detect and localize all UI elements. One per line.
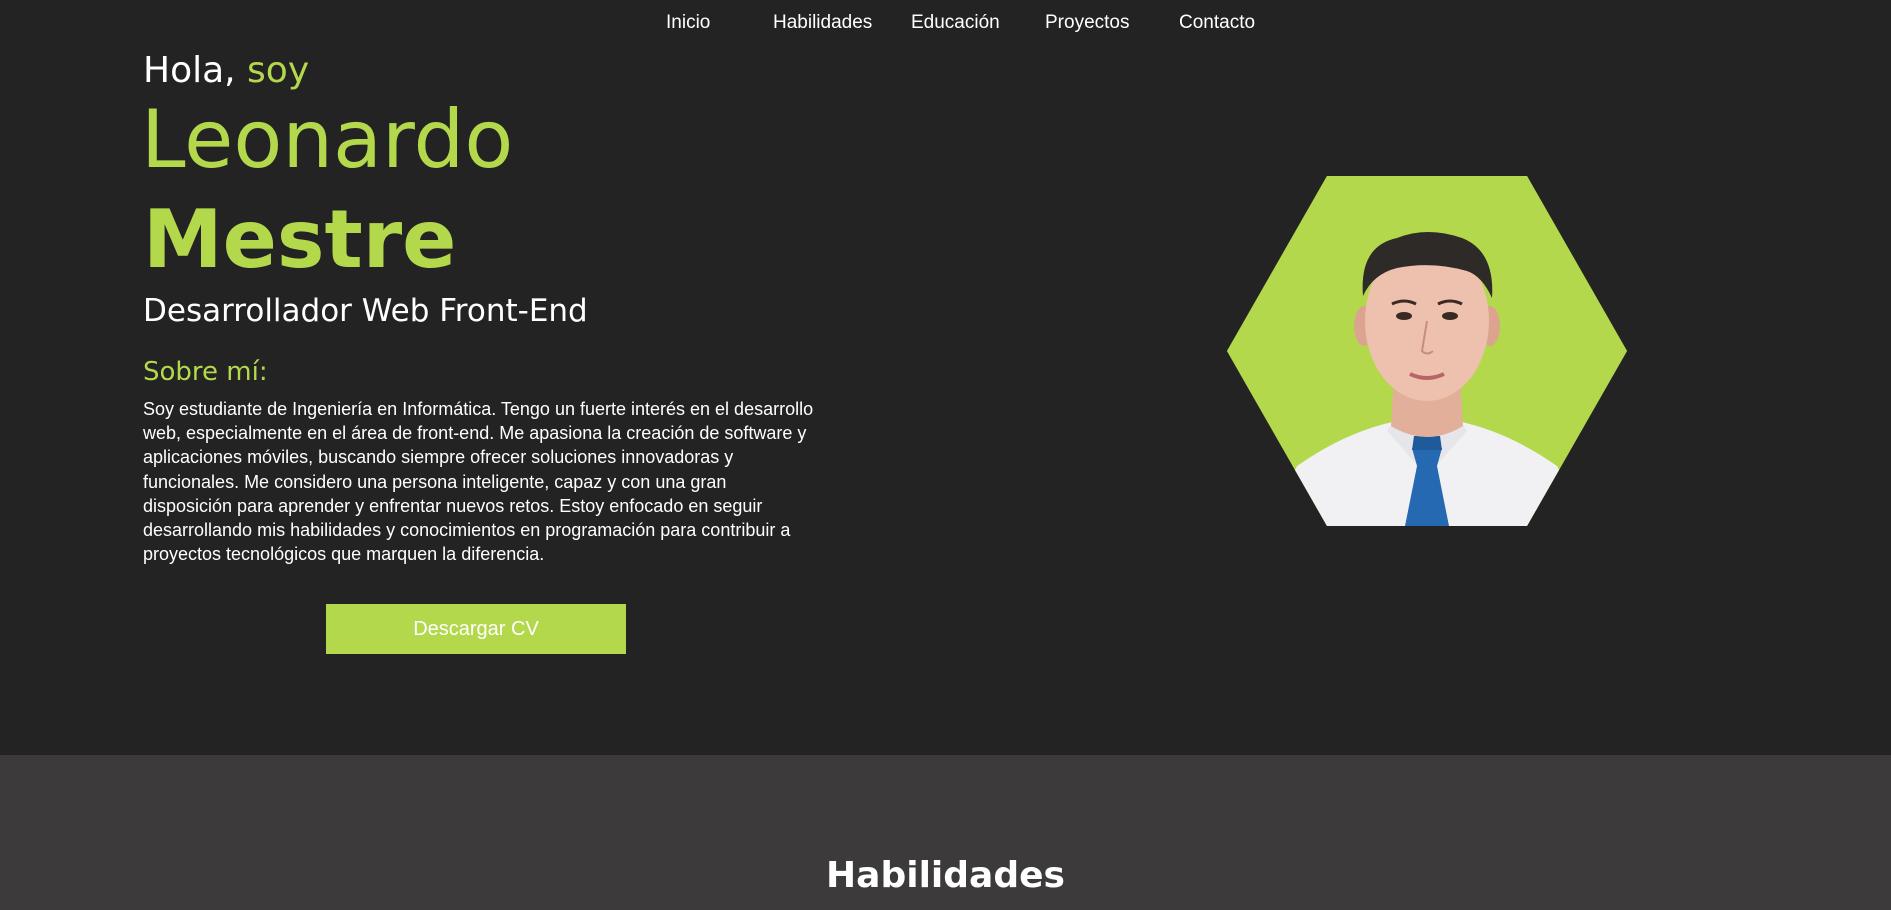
skills-title: Habilidades — [826, 855, 1065, 896]
profile-photo — [1227, 176, 1627, 526]
nav-item-contacto[interactable]: Contacto — [1179, 12, 1255, 34]
nav-item-inicio[interactable]: Inicio — [666, 12, 710, 34]
greeting: Hola, soy — [143, 50, 309, 91]
role-title: Desarrollador Web Front-End — [143, 293, 588, 329]
about-title: Sobre mí: — [143, 357, 268, 387]
greeting-accent: soy — [247, 50, 310, 91]
greeting-prefix: Hola, — [143, 50, 248, 91]
nav-item-educacion[interactable]: Educación — [911, 12, 1000, 34]
nav-item-proyectos[interactable]: Proyectos — [1045, 12, 1129, 34]
first-name: Leonardo — [141, 93, 514, 186]
last-name: Mestre — [143, 193, 457, 286]
nav-item-habilidades[interactable]: Habilidades — [773, 12, 872, 34]
profile-portrait-image — [1227, 176, 1627, 526]
main-nav: Inicio Habilidades Educación Proyectos C… — [0, 0, 1891, 50]
skills-section: Habilidades — [0, 755, 1891, 910]
hero-section: Hola, soy Leonardo Mestre Desarrollador … — [0, 0, 1891, 755]
download-cv-button[interactable]: Descargar CV — [326, 604, 626, 654]
about-text: Soy estudiante de Ingeniería en Informát… — [143, 399, 814, 565]
